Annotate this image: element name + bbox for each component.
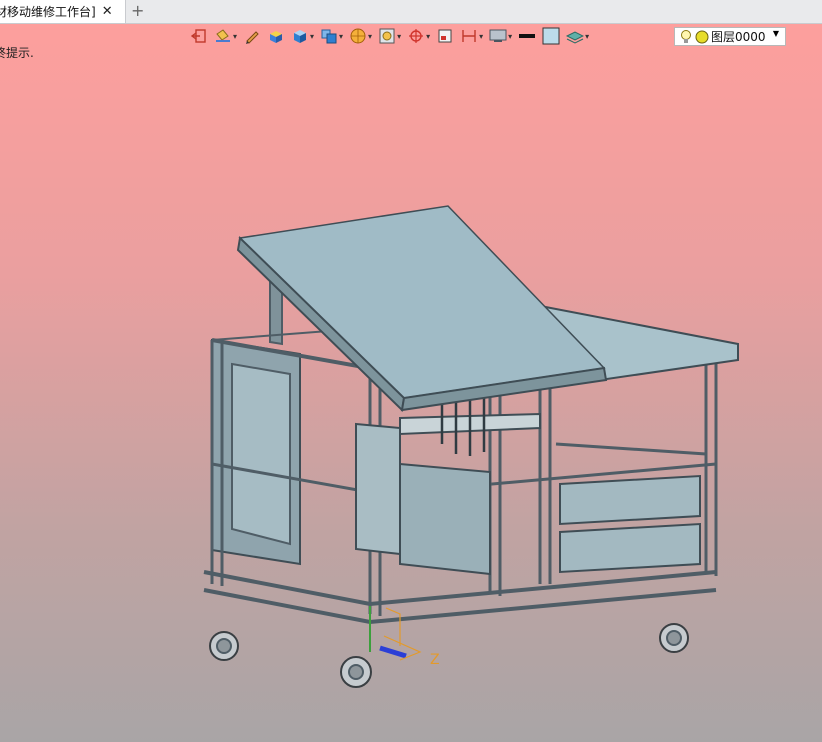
document-tab-label: 材移动维修工作台] (0, 5, 96, 19)
axis-label-z: Z (430, 652, 440, 668)
close-icon[interactable]: ✕ (102, 4, 113, 19)
add-tab-button[interactable]: + (131, 1, 144, 20)
caster-wheel (340, 656, 372, 688)
caster-wheel (209, 631, 239, 661)
workbench-model[interactable]: Z (0, 24, 822, 742)
3d-viewport[interactable]: 终提示. ▾ ▾ ▾ ▾ ▾ ▾ ▾ ▾ ▾ 图层0000 ▼ Z (0, 24, 822, 742)
caster-wheel (659, 623, 689, 653)
tab-bar: 材移动维修工作台] ✕ + (0, 0, 822, 24)
document-tab[interactable]: 材移动维修工作台] ✕ (0, 0, 126, 23)
